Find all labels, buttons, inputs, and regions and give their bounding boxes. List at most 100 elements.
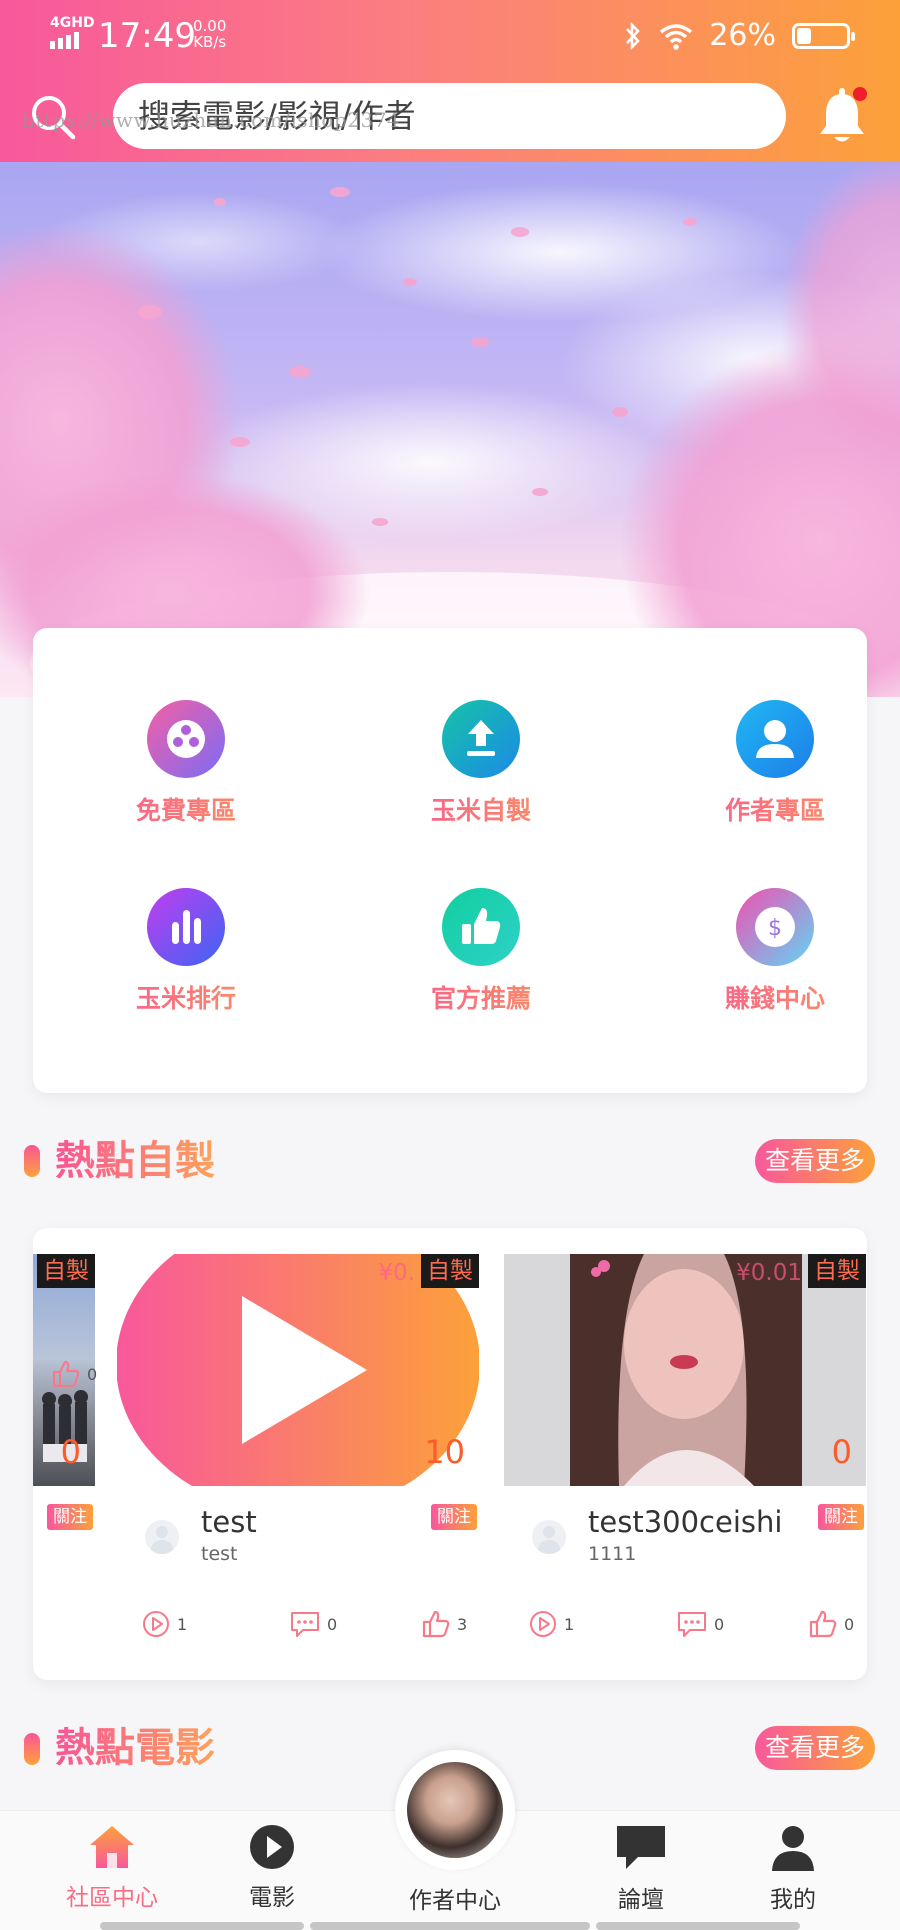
status-bar: 4GHD 17:49 0.00 KB/s 26% bbox=[0, 0, 900, 70]
user-icon bbox=[772, 1826, 814, 1871]
like-count: 0 bbox=[87, 1364, 98, 1384]
film-reel-icon bbox=[147, 700, 225, 778]
video-count: 0 bbox=[60, 1433, 81, 1471]
gesture-bar bbox=[310, 1922, 590, 1930]
play-count: 1 bbox=[177, 1614, 188, 1634]
banner-carousel[interactable] bbox=[0, 162, 900, 697]
view-more-button[interactable]: 查看更多 bbox=[755, 1726, 875, 1770]
video-thumbnail-image bbox=[570, 1254, 802, 1486]
quick-menu-label: 玉米排行 bbox=[76, 984, 296, 1014]
thumbs-up-icon bbox=[809, 1610, 837, 1638]
net-speed: 0.00 KB/s bbox=[193, 18, 226, 50]
battery-icon bbox=[792, 22, 855, 49]
nav-item-forum[interactable]: 論壇 bbox=[581, 1823, 701, 1915]
comment-count: 0 bbox=[714, 1614, 725, 1634]
quick-menu-item[interactable]: 免費專區 bbox=[76, 700, 296, 850]
author-name[interactable]: test bbox=[201, 1504, 257, 1540]
net-speed-unit: KB/s bbox=[193, 33, 227, 51]
status-right: 26% bbox=[623, 18, 855, 53]
like-count: 0 bbox=[844, 1614, 855, 1634]
clock: 17:49 bbox=[98, 16, 196, 56]
nav-item-mine[interactable]: 我的 bbox=[733, 1823, 853, 1915]
battery-percent: 26% bbox=[709, 18, 776, 53]
video-thumbnail[interactable]: ¥0.01 自製 0 bbox=[504, 1254, 866, 1486]
thumbs-up-icon bbox=[52, 1360, 80, 1388]
quick-menu-item[interactable]: 官方推薦 bbox=[371, 888, 591, 1038]
original-tag: 自製 bbox=[808, 1254, 866, 1288]
quick-menu-label: 作者專區 bbox=[665, 796, 885, 826]
nav-label: 電影 bbox=[249, 1885, 295, 1911]
quick-menu-item[interactable]: 玉米自製 bbox=[371, 700, 591, 850]
quick-menu-item[interactable]: $ 賺錢中心 bbox=[665, 888, 885, 1038]
quick-menu-card: 免費專區 玉米自製 作者專區 玉米排行 官方推薦 $ 賺錢中心 bbox=[33, 628, 867, 1093]
author-center-avatar bbox=[407, 1762, 503, 1858]
price-label: ¥0.01 bbox=[736, 1260, 802, 1286]
comment-icon bbox=[678, 1612, 706, 1637]
user-icon bbox=[736, 700, 814, 778]
quick-menu-label: 賺錢中心 bbox=[665, 984, 885, 1014]
comment-stat[interactable]: 0 bbox=[676, 1609, 724, 1639]
section-accent-bar bbox=[24, 1145, 40, 1177]
follow-button[interactable]: 關注 bbox=[47, 1504, 93, 1530]
watermark-text: https://www.huzhan.com/ishop2374 bbox=[22, 108, 401, 132]
comment-stat[interactable]: 0 bbox=[289, 1609, 337, 1639]
comment-count: 0 bbox=[327, 1614, 338, 1634]
nav-label: 論壇 bbox=[618, 1887, 664, 1913]
wifi-icon bbox=[660, 23, 693, 50]
video-subtitle: test bbox=[201, 1543, 238, 1565]
home-icon bbox=[90, 1826, 134, 1868]
network-type: 4GHD bbox=[50, 15, 95, 31]
quick-menu-item[interactable]: 玉米排行 bbox=[76, 888, 296, 1038]
video-item[interactable]: ¥0. 自製 10 test test 關注 1 0 3 bbox=[117, 1254, 479, 1674]
play-circle-icon bbox=[530, 1611, 556, 1637]
thumbs-up-icon bbox=[442, 888, 520, 966]
play-count: 1 bbox=[564, 1614, 575, 1634]
quick-menu-label: 免費專區 bbox=[76, 796, 296, 826]
video-subtitle: 1111 bbox=[588, 1543, 637, 1565]
like-stat[interactable]: 0 bbox=[51, 1359, 97, 1389]
nav-label-author-center[interactable]: 作者中心 bbox=[395, 1886, 515, 1916]
bluetooth-icon bbox=[626, 21, 641, 50]
like-stat[interactable]: 0 bbox=[808, 1609, 854, 1639]
gesture-bar bbox=[100, 1922, 304, 1930]
bar-chart-icon bbox=[147, 888, 225, 966]
chat-bubble-icon bbox=[617, 1826, 665, 1869]
original-tag: 自製 bbox=[37, 1254, 95, 1288]
view-more-button[interactable]: 查看更多 bbox=[755, 1139, 875, 1183]
quick-menu-label: 玉米自製 bbox=[371, 796, 591, 826]
video-item[interactable]: ¥0.01 自製 0 test300ceishi 1111 關注 1 0 0 bbox=[504, 1254, 866, 1674]
nav-item-movie[interactable]: 電影 bbox=[212, 1823, 332, 1913]
signal-icon bbox=[50, 32, 79, 49]
follow-button[interactable]: 關注 bbox=[818, 1504, 864, 1530]
nav-label: 社區中心 bbox=[66, 1885, 158, 1911]
banner-image bbox=[0, 162, 900, 697]
follow-button[interactable]: 關注 bbox=[431, 1504, 477, 1530]
svg-text:$: $ bbox=[768, 916, 782, 941]
avatar[interactable] bbox=[532, 1520, 566, 1554]
quick-menu-item[interactable]: 作者專區 bbox=[665, 700, 885, 850]
section-title-hot-movie: 熱點電影 bbox=[55, 1725, 215, 1771]
nav-label: 我的 bbox=[770, 1887, 816, 1913]
like-stat[interactable]: 3 bbox=[421, 1609, 467, 1639]
like-count: 3 bbox=[457, 1614, 468, 1634]
gesture-bar bbox=[596, 1922, 800, 1930]
quick-menu-label: 官方推薦 bbox=[371, 984, 591, 1014]
header: 4GHD 17:49 0.00 KB/s 26% 搜索電影/影視/作者 http… bbox=[0, 0, 900, 162]
hot-original-carousel[interactable]: 自製 0 關注 0 ¥0. 自製 10 test test 關注 1 0 3 ¥… bbox=[33, 1228, 867, 1680]
upload-icon bbox=[442, 700, 520, 778]
play-circle-icon bbox=[143, 1611, 169, 1637]
nav-item-author-center[interactable] bbox=[395, 1750, 515, 1870]
video-item-partial[interactable]: 自製 0 關注 0 bbox=[33, 1254, 97, 1674]
video-thumbnail[interactable]: ¥0. 自製 10 bbox=[117, 1254, 479, 1486]
price-label: ¥0. bbox=[378, 1260, 415, 1286]
dollar-coin-icon: $ bbox=[736, 888, 814, 966]
section-title-hot-original: 熱點自製 bbox=[55, 1138, 215, 1184]
thumbs-up-icon bbox=[422, 1610, 450, 1638]
avatar[interactable] bbox=[145, 1520, 179, 1554]
comment-icon bbox=[291, 1612, 319, 1637]
battery-level bbox=[797, 27, 811, 44]
video-count: 0 bbox=[831, 1433, 852, 1471]
author-name[interactable]: test300ceishi bbox=[588, 1504, 782, 1540]
nav-item-community[interactable]: 社區中心 bbox=[52, 1823, 172, 1913]
notification-bell-icon[interactable] bbox=[812, 84, 872, 148]
